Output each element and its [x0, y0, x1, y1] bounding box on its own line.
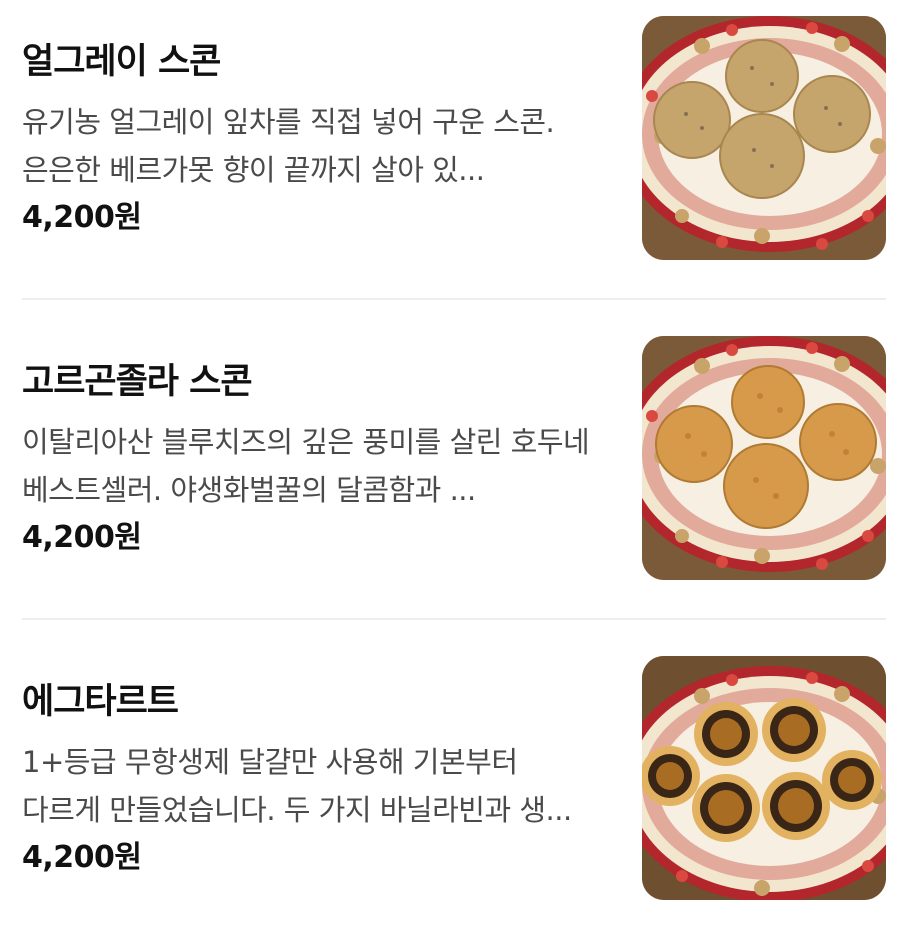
item-name: 에그타르트 — [22, 682, 179, 722]
item-description: 이탈리아산 블루치즈의 깊은 풍미를 살린 호두네 베스트셀러. 야생화벌꿀의 … — [22, 425, 590, 507]
item-description: 1+등급 무항생제 달걀만 사용해 기본부터 다르게 만들었습니다. 두 가지 … — [22, 745, 572, 827]
egg-tart-photo-graphic — [642, 656, 886, 900]
menu-item-gorgonzola-scone[interactable]: 고르곤졸라 스콘 이탈리아산 블루치즈의 깊은 풍미를 살린 호두네 베스트셀러… — [0, 320, 900, 620]
menu-item-egg-tart[interactable]: 에그타르트 1+등급 무항생제 달걀만 사용해 기본부터 다르게 만들었습니다.… — [0, 640, 900, 940]
item-price: 4,200원 — [22, 200, 142, 235]
menu-list: 얼그레이 스콘 유기농 얼그레이 잎차를 직접 넣어 구운 스콘. 은은한 베르… — [0, 0, 900, 926]
earl-grey-scone-photo-graphic — [642, 16, 886, 260]
egg-tart-photo[interactable] — [642, 656, 886, 900]
item-description: 유기농 얼그레이 잎차를 직접 넣어 구운 스콘. 은은한 베르가못 향이 끝까… — [22, 105, 555, 187]
item-price: 4,200원 — [22, 840, 142, 875]
divider — [22, 618, 886, 620]
divider — [22, 298, 886, 300]
item-price: 4,200원 — [22, 520, 142, 555]
item-name: 고르곤졸라 스콘 — [22, 362, 253, 402]
gorgonzola-scone-photo-graphic — [642, 336, 886, 580]
earl-grey-scone-photo[interactable] — [642, 16, 886, 260]
menu-item-earl-grey-scone[interactable]: 얼그레이 스콘 유기농 얼그레이 잎차를 직접 넣어 구운 스콘. 은은한 베르… — [0, 0, 900, 300]
gorgonzola-scone-photo[interactable] — [642, 336, 886, 580]
item-name: 얼그레이 스콘 — [22, 42, 221, 82]
